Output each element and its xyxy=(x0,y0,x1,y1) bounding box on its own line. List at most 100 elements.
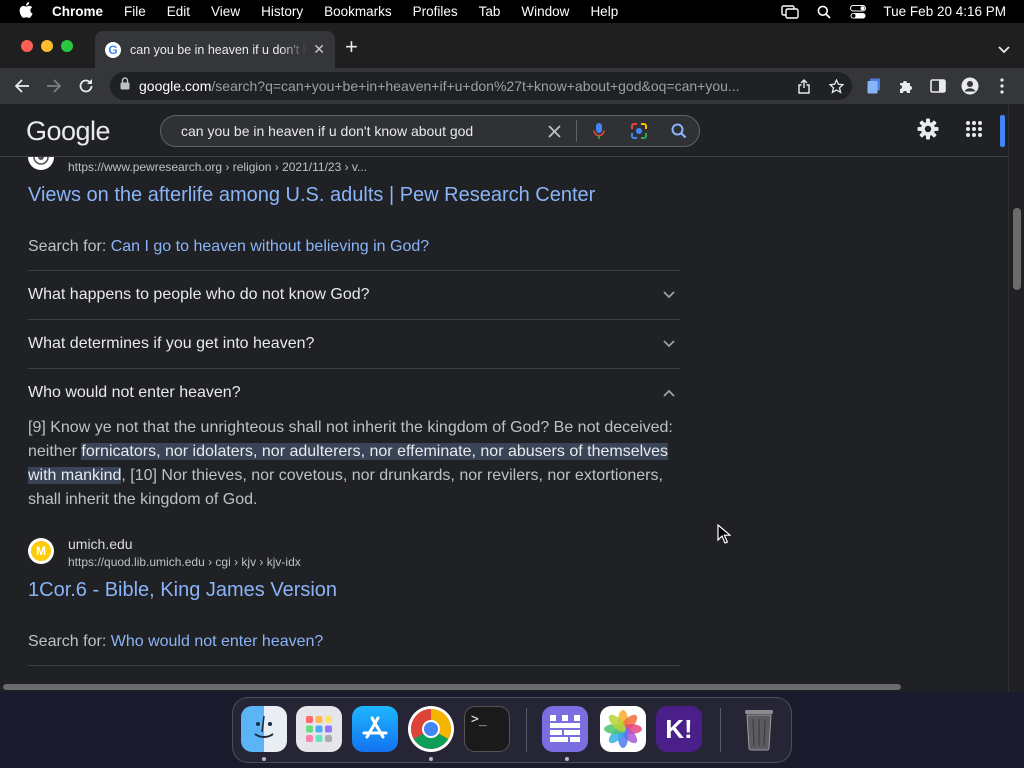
app-store-icon[interactable] xyxy=(352,706,398,752)
side-panel-icon[interactable] xyxy=(922,79,954,93)
running-indicator xyxy=(565,757,569,761)
related-question-answer: [9] Know ye not that the unrighteous sha… xyxy=(28,416,680,512)
menu-file[interactable]: File xyxy=(124,4,146,19)
chevron-down-icon[interactable] xyxy=(663,335,675,353)
url-path: /search?q=can+you+be+in+heaven+if+u+don%… xyxy=(211,78,740,94)
google-logo[interactable]: Google xyxy=(26,116,111,147)
tab-close-icon[interactable]: ✕ xyxy=(313,41,325,58)
browser-toolbar: google.com/search?q=can+you+be+in+heaven… xyxy=(0,68,1024,104)
search-results-page: Google can you be in heaven if u don't k… xyxy=(0,104,1024,692)
finder-icon[interactable] xyxy=(241,706,287,752)
window-zoom-button[interactable] xyxy=(61,40,73,52)
chevron-down-icon[interactable] xyxy=(663,286,675,304)
bookmark-star-icon[interactable] xyxy=(820,78,852,94)
related-question-text: What happens to people who do not know G… xyxy=(28,286,370,303)
google-lens-icon[interactable] xyxy=(619,122,659,140)
settings-gear-icon[interactable] xyxy=(905,118,951,140)
google-favicon-icon: G xyxy=(105,41,121,58)
divider xyxy=(28,665,680,666)
running-indicator xyxy=(429,757,433,761)
menu-help[interactable]: Help xyxy=(590,4,618,19)
menu-window[interactable]: Window xyxy=(521,4,569,19)
search-for-link[interactable]: Who would not enter heaven? xyxy=(111,633,324,650)
wall-app-icon[interactable] xyxy=(542,706,588,752)
menu-chrome[interactable]: Chrome xyxy=(52,4,103,19)
answer-text-after: , [10] Nor thieves, nor covetous, nor dr… xyxy=(28,467,663,508)
tab-title: can you be in heaven if u don't know abo… xyxy=(130,42,308,57)
macos-dock: >_ K! xyxy=(232,697,792,763)
vertical-scrollbar[interactable] xyxy=(1008,104,1024,692)
browser-tab-active[interactable]: G can you be in heaven if u don't know a… xyxy=(95,31,335,68)
forward-button[interactable] xyxy=(38,79,70,93)
pew-result-cite[interactable]: https://www.pewresearch.org › religion ›… xyxy=(68,160,367,174)
url-text[interactable]: google.com/search?q=can+you+be+in+heaven… xyxy=(139,78,788,94)
extension-doc-icon[interactable] xyxy=(858,78,890,94)
svg-text:M: M xyxy=(36,544,46,558)
tab-strip: G can you be in heaven if u don't know a… xyxy=(0,23,1024,68)
google-search-box[interactable]: can you be in heaven if u don't know abo… xyxy=(160,115,700,147)
window-close-button[interactable] xyxy=(21,40,33,52)
umich-search-for: Search for: Who would not enter heaven? xyxy=(28,633,323,651)
vertical-scrollbar-thumb[interactable] xyxy=(1013,208,1021,290)
search-submit-icon[interactable] xyxy=(659,123,699,139)
search-for-label: Search for: xyxy=(28,633,107,650)
lock-icon[interactable] xyxy=(120,77,130,95)
related-question-1[interactable]: What happens to people who do not know G… xyxy=(28,271,680,319)
chrome-menu-kebab-icon[interactable] xyxy=(986,78,1018,94)
horizontal-scrollbar-thumb[interactable] xyxy=(3,684,901,690)
voice-search-mic-icon[interactable] xyxy=(579,122,619,140)
window-minimize-button[interactable] xyxy=(41,40,53,52)
menu-bookmarks[interactable]: Bookmarks xyxy=(324,4,392,19)
google-apps-grid-icon[interactable] xyxy=(951,120,997,138)
horizontal-scrollbar[interactable] xyxy=(0,681,1008,692)
search-for-label: Search for: xyxy=(28,238,107,255)
umich-result-cite[interactable]: https://quod.lib.umich.edu › cgi › kjv ›… xyxy=(68,555,301,569)
control-center-icon[interactable] xyxy=(841,4,875,19)
search-box-divider xyxy=(576,120,577,142)
clear-search-icon[interactable] xyxy=(534,124,574,138)
google-search-header: Google can you be in heaven if u don't k… xyxy=(0,104,1008,157)
menu-history[interactable]: History xyxy=(261,4,303,19)
terminal-icon[interactable]: >_ xyxy=(464,706,510,752)
macos-menu-bar: Chrome File Edit View History Bookmarks … xyxy=(0,0,1024,23)
back-button[interactable] xyxy=(6,79,38,93)
search-query-input[interactable]: can you be in heaven if u don't know abo… xyxy=(181,123,534,139)
address-bar[interactable]: google.com/search?q=can+you+be+in+heaven… xyxy=(110,72,852,100)
screen-mirroring-icon[interactable] xyxy=(773,4,807,19)
mouse-cursor-icon xyxy=(717,523,732,549)
menu-tab[interactable]: Tab xyxy=(479,4,501,19)
new-tab-button[interactable]: + xyxy=(345,36,358,58)
klack-glyph: K! xyxy=(665,713,693,744)
share-icon[interactable] xyxy=(788,78,820,94)
pew-search-for: Search for: Can I go to heaven without b… xyxy=(28,238,429,256)
launchpad-icon[interactable] xyxy=(296,706,342,752)
menu-bar-clock[interactable]: Tue Feb 20 4:16 PM xyxy=(883,4,1006,19)
running-indicator xyxy=(262,757,266,761)
sign-in-button-edge[interactable] xyxy=(1000,115,1005,147)
reload-button[interactable] xyxy=(70,78,102,94)
pew-result-title-link[interactable]: Views on the afterlife among U.S. adults… xyxy=(28,184,595,207)
menu-edit[interactable]: Edit xyxy=(167,4,190,19)
klack-icon[interactable]: K! xyxy=(656,706,702,752)
trash-icon[interactable] xyxy=(736,706,782,752)
chevron-up-icon[interactable] xyxy=(663,384,675,402)
url-domain: google.com xyxy=(139,78,212,94)
related-question-text: Who would not enter heaven? xyxy=(28,384,241,401)
menu-view[interactable]: View xyxy=(211,4,240,19)
tab-search-chevron-icon[interactable] xyxy=(998,41,1010,59)
chrome-icon[interactable] xyxy=(408,706,454,752)
profile-avatar-icon[interactable] xyxy=(954,77,986,95)
related-question-2[interactable]: What determines if you get into heaven? xyxy=(28,320,680,368)
related-question-text: What determines if you get into heaven? xyxy=(28,335,315,352)
apple-menu-icon[interactable] xyxy=(0,1,52,22)
umich-result-site[interactable]: umich.edu xyxy=(68,536,133,552)
spotlight-search-icon[interactable] xyxy=(807,5,841,19)
umich-result-title-link[interactable]: 1Cor.6 - Bible, King James Version xyxy=(28,579,337,602)
dock-separator xyxy=(526,708,527,752)
related-question-3[interactable]: Who would not enter heaven? xyxy=(28,369,680,417)
search-for-link[interactable]: Can I go to heaven without believing in … xyxy=(111,238,429,255)
photos-icon[interactable] xyxy=(600,706,646,752)
extensions-puzzle-icon[interactable] xyxy=(890,78,922,94)
menu-profiles[interactable]: Profiles xyxy=(413,4,458,19)
dock-separator xyxy=(720,708,721,752)
